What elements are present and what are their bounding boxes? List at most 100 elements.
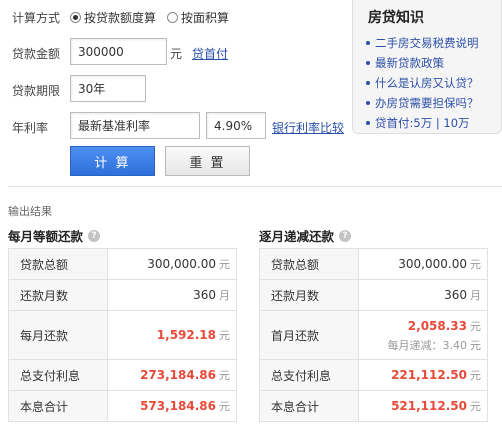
- equal-payment-table: 贷款总额 300,000.00 元 还款月数 360 月 每月还款 1,592.18…: [8, 248, 237, 422]
- row-value: 273,184.86 元: [107, 359, 237, 391]
- row-label: 还款月数: [259, 279, 359, 311]
- monthly-payment-value: 1,592.18: [156, 328, 216, 342]
- help-icon[interactable]: ?: [339, 229, 352, 242]
- annual-rate-label: 年利率: [12, 121, 49, 135]
- total-value: 521,112.50: [391, 399, 467, 413]
- table-row: 总支付利息 221,112.50 元: [259, 359, 488, 391]
- table-row: 本息合计 521,112.50 元: [259, 390, 488, 422]
- knowledge-link[interactable]: 二手房交易税费说明: [366, 33, 491, 53]
- rate-value-input[interactable]: 4.90%: [206, 112, 266, 139]
- row-label: 还款月数: [8, 279, 108, 311]
- row-label: 每月还款: [8, 310, 108, 360]
- loan-amount-label: 贷款金额: [12, 47, 61, 61]
- value-text: 360: [444, 288, 467, 302]
- decreasing-payment-title-text: 逐月递减还款: [259, 229, 335, 244]
- table-row: 还款月数 360 月: [259, 279, 488, 311]
- reset-button[interactable]: 重 置: [165, 146, 250, 176]
- row-label: 本息合计: [8, 390, 108, 422]
- table-row: 本息合计 573,184.86 元: [8, 390, 237, 422]
- unit-text: 元: [470, 338, 481, 352]
- table-row: 总支付利息 273,184.86 元: [8, 359, 237, 391]
- help-icon[interactable]: ?: [88, 229, 101, 242]
- knowledge-link[interactable]: 最新贷款政策: [366, 53, 491, 73]
- bank-rate-compare-link[interactable]: 银行利率比较: [272, 119, 344, 136]
- row-value: 221,112.50 元: [358, 359, 488, 391]
- row-label: 本息合计: [259, 390, 359, 422]
- table-row: 贷款总额 300,000.00 元: [8, 248, 237, 280]
- radio-dot: [167, 12, 178, 23]
- unit-text: 元: [219, 258, 230, 271]
- unit-text: 元: [470, 258, 481, 271]
- first-month-payment-value: 2,058.33: [407, 318, 467, 333]
- row-value: 300,000.00 元: [107, 248, 237, 280]
- unit-text: 月: [470, 289, 481, 302]
- rate-type-select[interactable]: 最新基准利率: [70, 112, 200, 139]
- mortgage-knowledge-panel: 房贷知识 二手房交易税费说明 最新贷款政策 什么是认房又认贷？ 办房贷需要担保吗…: [352, 0, 502, 134]
- bullet-icon: [366, 121, 370, 125]
- row-value: 521,112.50 元: [358, 390, 488, 422]
- knowledge-link-label: 什么是认房又认贷？: [375, 76, 479, 90]
- total-interest-value: 273,184.86: [140, 368, 216, 382]
- equal-payment-title-text: 每月等额还款: [8, 229, 84, 244]
- knowledge-link-label: 最新贷款政策: [375, 56, 444, 70]
- unit-text: 元: [470, 319, 481, 333]
- unit-text: 元: [470, 400, 481, 413]
- knowledge-link[interactable]: 贷首付:5万 | 10万: [366, 113, 491, 133]
- value-text: 360: [193, 288, 216, 302]
- loan-amount-input[interactable]: 300000: [70, 38, 167, 65]
- row-label: 首月还款: [259, 310, 359, 360]
- row-label: 总支付利息: [8, 359, 108, 391]
- monthly-decrease: 每月递减：3.40 元: [359, 337, 482, 353]
- row-value: 2,058.33 元 每月递减：3.40 元: [358, 310, 488, 360]
- unit-text: 元: [219, 400, 230, 413]
- table-row: 还款月数 360 月: [8, 279, 237, 311]
- calc-method-label: 计算方式: [12, 11, 61, 25]
- table-row: 贷款总额 300,000.00 元: [259, 248, 488, 280]
- row-value: 360 月: [358, 279, 488, 311]
- unit-text: 元: [219, 329, 230, 342]
- loan-period-select[interactable]: 30年: [70, 75, 146, 102]
- radio-by-area[interactable]: 按面积算: [167, 9, 229, 26]
- bullet-icon: [366, 41, 370, 45]
- value-text: 300,000.00: [147, 257, 216, 271]
- row-value: 1,592.18 元: [107, 310, 237, 360]
- row-label: 贷款总额: [259, 248, 359, 280]
- knowledge-link-label: 办房贷需要担保吗？: [375, 96, 479, 110]
- table-row: 首月还款 2,058.33 元 每月递减：3.40 元: [259, 310, 488, 360]
- row-value: 300,000.00 元: [358, 248, 488, 280]
- bullet-icon: [366, 61, 370, 65]
- decreasing-payment-table: 贷款总额 300,000.00 元 还款月数 360 月 首月还款 2,058.33…: [259, 248, 488, 422]
- unit-text: 月: [219, 289, 230, 302]
- radio-by-area-label: 按面积算: [181, 11, 230, 25]
- unit-text: 元: [470, 369, 481, 382]
- row-value: 360 月: [107, 279, 237, 311]
- loan-period-label: 贷款期限: [12, 84, 61, 98]
- knowledge-link[interactable]: 什么是认房又认贷？: [366, 73, 491, 93]
- total-value: 573,184.86: [140, 399, 216, 413]
- decreasing-payment-title: 逐月递减还款 ?: [259, 226, 352, 245]
- row-label: 总支付利息: [259, 359, 359, 391]
- table-row: 每月还款 1,592.18 元: [8, 310, 237, 360]
- output-section-label: 输出结果: [8, 205, 52, 218]
- section-divider: [8, 186, 502, 187]
- monthly-decrease-value: 3.40: [442, 338, 468, 352]
- equal-payment-title: 每月等额还款 ?: [8, 226, 101, 245]
- knowledge-link-label: 二手房交易税费说明: [375, 36, 479, 50]
- value-text: 300,000.00: [398, 257, 467, 271]
- total-interest-value: 221,112.50: [391, 368, 467, 382]
- bullet-icon: [366, 101, 370, 105]
- radio-by-loan-amount-label: 按贷款额度算: [84, 11, 157, 25]
- radio-by-loan-amount[interactable]: 按贷款额度算: [70, 9, 156, 26]
- down-payment-link[interactable]: 贷首付: [192, 45, 228, 62]
- calculate-button[interactable]: 计 算: [70, 146, 155, 176]
- row-value: 573,184.86 元: [107, 390, 237, 422]
- row-label: 贷款总额: [8, 248, 108, 280]
- knowledge-link[interactable]: 办房贷需要担保吗？: [366, 93, 491, 113]
- monthly-decrease-label: 每月递减：: [387, 338, 443, 352]
- knowledge-title: 房贷知识: [368, 10, 424, 26]
- bullet-icon: [366, 81, 370, 85]
- loan-amount-unit: 元: [170, 47, 183, 61]
- knowledge-link-label: 贷首付:5万 | 10万: [375, 116, 470, 130]
- radio-dot-selected: [70, 12, 81, 23]
- unit-text: 元: [219, 369, 230, 382]
